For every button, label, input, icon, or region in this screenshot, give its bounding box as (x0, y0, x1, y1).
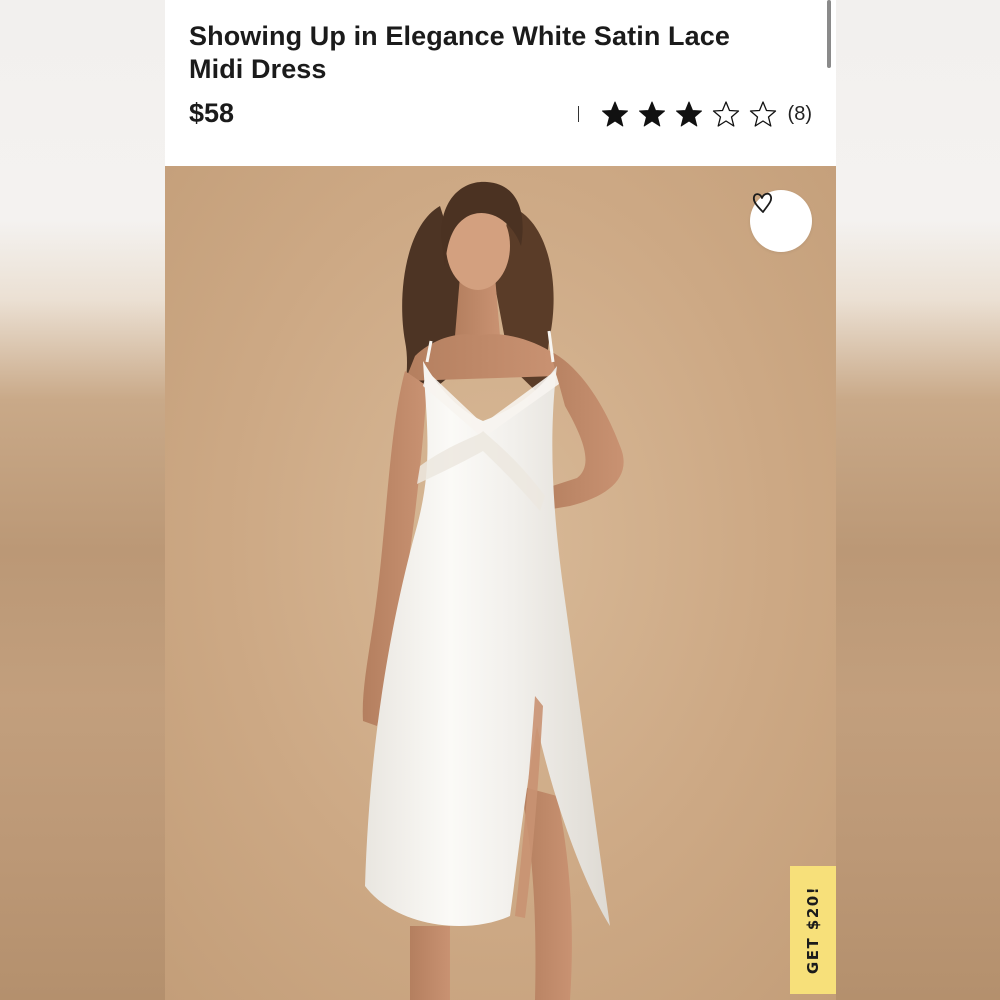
star-filled-icon (638, 101, 665, 127)
product-price: $58 (189, 98, 235, 128)
star-outline-icon (712, 101, 739, 127)
product-title: Showing Up in Elegance White Satin Lace … (189, 21, 730, 84)
rating-stars (601, 100, 786, 128)
product-header: Showing Up in Elegance White Satin Lace … (165, 0, 836, 166)
product-screen: Showing Up in Elegance White Satin Lace … (165, 0, 836, 1000)
promo-label: GET $20! (804, 885, 823, 975)
favorite-button[interactable] (750, 190, 812, 252)
rating-divider (577, 106, 579, 122)
star-filled-icon (675, 101, 702, 127)
rating-summary[interactable]: (8) (577, 98, 812, 130)
blurred-background-right (836, 0, 1000, 1000)
review-count[interactable]: (8) (788, 103, 812, 126)
star-outline-icon (749, 101, 776, 127)
heart-outline-icon (752, 192, 773, 213)
scrollbar[interactable] (827, 0, 831, 68)
model-illustration (362, 181, 624, 1000)
product-image[interactable]: GET $20! (165, 166, 836, 1000)
blurred-background-left (0, 0, 165, 1000)
promo-tab[interactable]: GET $20! (790, 866, 836, 994)
star-filled-icon (601, 101, 628, 127)
